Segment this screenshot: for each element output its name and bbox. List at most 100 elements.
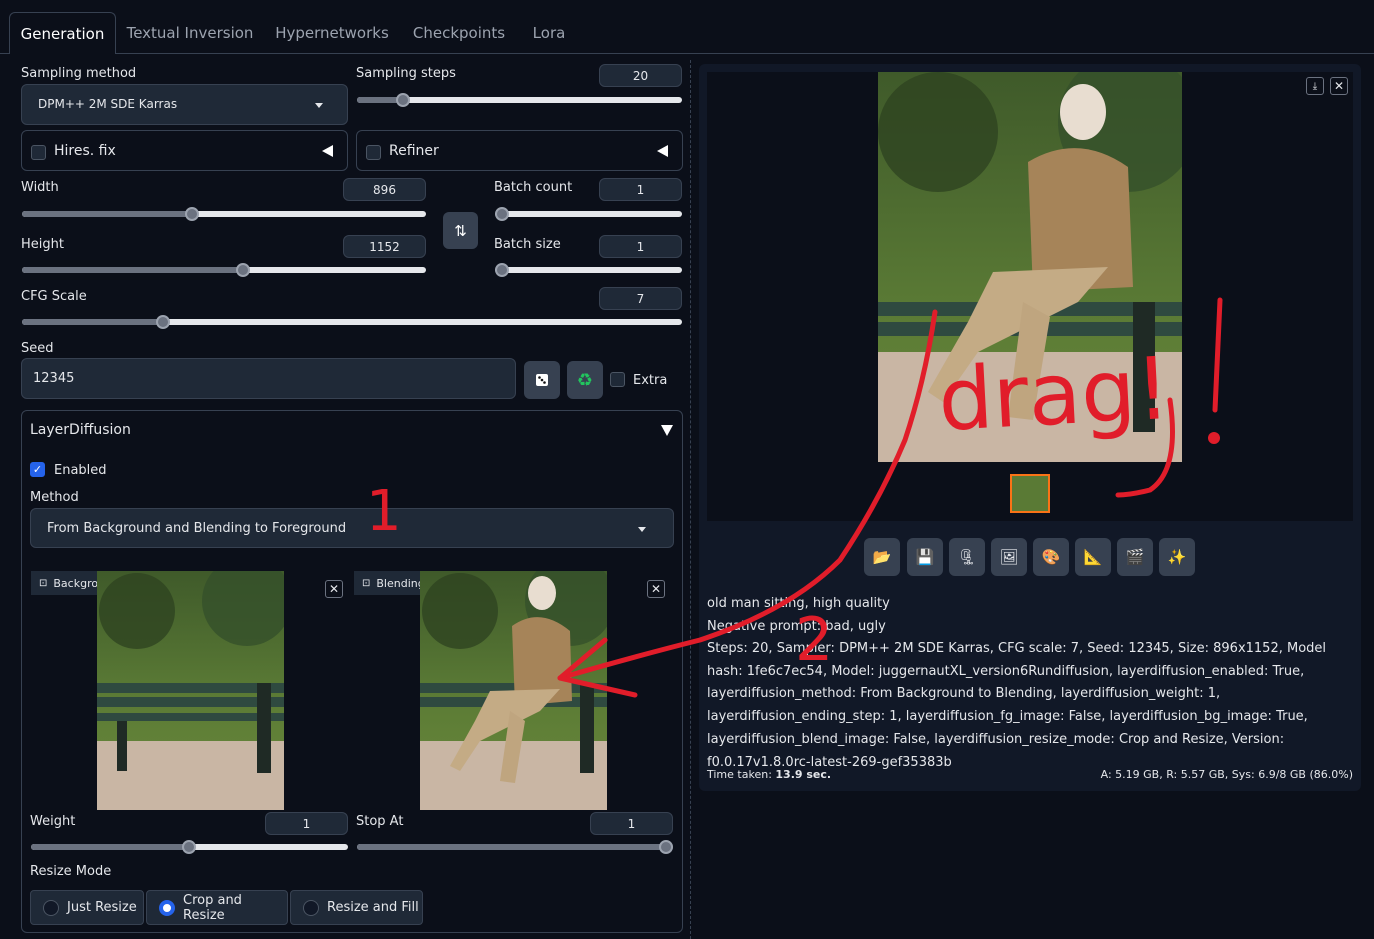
image-icon: ⊡	[39, 577, 48, 589]
output-parameters: Steps: 20, Sampler: DPM++ 2M SDE Karras,…	[707, 641, 1327, 770]
refiner-label: Refiner	[389, 143, 439, 159]
method-label: Method	[30, 490, 79, 505]
enabled-checkbox[interactable]: ✓	[30, 462, 45, 477]
tab-lora[interactable]: Lora	[522, 12, 576, 54]
tab-active-cover	[10, 52, 115, 55]
radio-dot	[303, 899, 319, 916]
swap-icon: ⇅	[454, 221, 467, 240]
send-to-extras-button[interactable]: 📐	[1075, 538, 1111, 576]
send-to-video-button[interactable]: 🎬	[1117, 538, 1153, 576]
sampling-steps-label: Sampling steps	[356, 66, 456, 81]
memory-usage: A: 5.19 GB, R: 5.57 GB, Sys: 6.9/8 GB (8…	[1100, 768, 1353, 781]
batch-size-thumb[interactable]	[495, 263, 509, 277]
tab-generation[interactable]: Generation	[9, 12, 116, 54]
method-dropdown[interactable]: From Background and Blending to Foregrou…	[30, 508, 674, 548]
download-button[interactable]: ⤓	[1306, 77, 1324, 95]
open-folder-button[interactable]: 📂	[864, 538, 900, 576]
clear-blending-button[interactable]: ✕	[647, 580, 665, 598]
batch-count-thumb[interactable]	[495, 207, 509, 221]
stop-at-input[interactable]: 1	[590, 812, 673, 835]
sparkle-icon: ✨	[1167, 548, 1187, 566]
close-icon: ✕	[1333, 79, 1345, 93]
clapper-icon: 🎬	[1125, 548, 1145, 566]
width-input[interactable]: 896	[343, 178, 426, 201]
refiner-checkbox[interactable]	[366, 145, 381, 160]
clear-background-button[interactable]: ✕	[325, 580, 343, 598]
random-seed-button[interactable]	[524, 361, 560, 399]
stop-at-thumb[interactable]	[659, 840, 673, 854]
gallery-thumbnail[interactable]	[1010, 474, 1050, 513]
send-to-img2img-button[interactable]: 🖼	[991, 538, 1027, 576]
batch-count-slider[interactable]	[495, 207, 682, 221]
reuse-seed-button[interactable]: ♻	[567, 361, 603, 399]
cfg-scale-label: CFG Scale	[21, 289, 87, 304]
width-slider[interactable]	[22, 207, 426, 221]
sampling-method-dropdown[interactable]: DPM++ 2M SDE Karras	[21, 84, 348, 125]
extra-seed-checkbox[interactable]	[610, 372, 625, 387]
weight-label: Weight	[30, 814, 76, 829]
tab-textual-inversion[interactable]: Textual Inversion	[120, 12, 260, 54]
seed-input[interactable]: 12345	[21, 358, 516, 399]
tab-hypernetworks[interactable]: Hypernetworks	[266, 12, 398, 54]
stop-at-slider[interactable]	[357, 840, 673, 854]
stop-at-label: Stop At	[356, 814, 404, 829]
collapse-arrow-icon[interactable]	[322, 145, 333, 157]
batch-count-input[interactable]: 1	[599, 178, 682, 201]
seed-value: 12345	[33, 371, 75, 386]
column-divider	[690, 60, 691, 939]
resize-crop-and-resize[interactable]: Crop and Resize	[146, 890, 288, 925]
sampling-steps-thumb[interactable]	[396, 93, 410, 107]
image-icon: ⊡	[362, 577, 371, 589]
batch-size-label: Batch size	[494, 237, 561, 252]
batch-count-label: Batch count	[494, 180, 573, 195]
save-icon: 💾	[915, 548, 935, 566]
weight-slider[interactable]	[31, 840, 348, 854]
weight-thumb[interactable]	[182, 840, 196, 854]
tab-checkpoints[interactable]: Checkpoints	[404, 12, 514, 54]
height-input[interactable]: 1152	[343, 235, 426, 258]
collapse-arrow-icon[interactable]	[657, 145, 668, 157]
height-slider[interactable]	[22, 263, 426, 277]
cfg-scale-slider[interactable]	[22, 315, 682, 329]
resize-mode-label: Resize Mode	[30, 864, 112, 879]
resize-just-resize[interactable]: Just Resize	[30, 890, 144, 925]
height-thumb[interactable]	[236, 263, 250, 277]
cfg-scale-input[interactable]: 7	[599, 287, 682, 310]
picture-icon: 🖼	[999, 548, 1019, 566]
hires-fix-accordion[interactable]: Hires. fix	[21, 130, 348, 171]
batch-size-input[interactable]: 1	[599, 235, 682, 258]
refiner-accordion[interactable]: Refiner	[356, 130, 683, 171]
output-prompt: old man sitting, high quality	[707, 596, 890, 611]
radio-dot	[43, 899, 59, 916]
sampling-method-value: DPM++ 2M SDE Karras	[38, 97, 178, 111]
recycle-icon: ♻	[576, 369, 594, 391]
background-image	[97, 571, 284, 810]
close-image-button[interactable]: ✕	[1330, 77, 1348, 95]
layerdiffusion-title: LayerDiffusion	[30, 422, 131, 438]
download-icon: ⤓	[1312, 80, 1318, 92]
sampling-steps-input[interactable]: 20	[599, 64, 682, 87]
radio-dot	[159, 899, 175, 916]
send-to-inpaint-button[interactable]: 🎨	[1033, 538, 1069, 576]
sampling-method-label: Sampling method	[21, 66, 137, 81]
resize-and-fill[interactable]: Resize and Fill	[290, 890, 423, 925]
swap-dimensions-button[interactable]: ⇅	[443, 212, 478, 249]
zip-icon: 🗜	[957, 548, 977, 566]
method-value: From Background and Blending to Foregrou…	[47, 521, 347, 536]
sparkle-button[interactable]: ✨	[1159, 538, 1195, 576]
save-button[interactable]: 💾	[907, 538, 943, 576]
sampling-steps-slider[interactable]	[357, 93, 682, 107]
output-image[interactable]	[878, 72, 1182, 462]
folder-icon: 📂	[872, 548, 892, 566]
zip-button[interactable]: 🗜	[949, 538, 985, 576]
width-thumb[interactable]	[185, 207, 199, 221]
cfg-scale-thumb[interactable]	[156, 315, 170, 329]
hires-fix-checkbox[interactable]	[31, 145, 46, 160]
collapse-arrow-icon[interactable]	[661, 425, 673, 436]
weight-input[interactable]: 1	[265, 812, 348, 835]
output-negative-prompt: Negative prompt: bad, ugly	[707, 619, 886, 634]
blending-image	[420, 571, 607, 810]
hires-fix-label: Hires. fix	[54, 143, 116, 159]
ruler-icon: 📐	[1083, 548, 1103, 566]
batch-size-slider[interactable]	[495, 263, 682, 277]
